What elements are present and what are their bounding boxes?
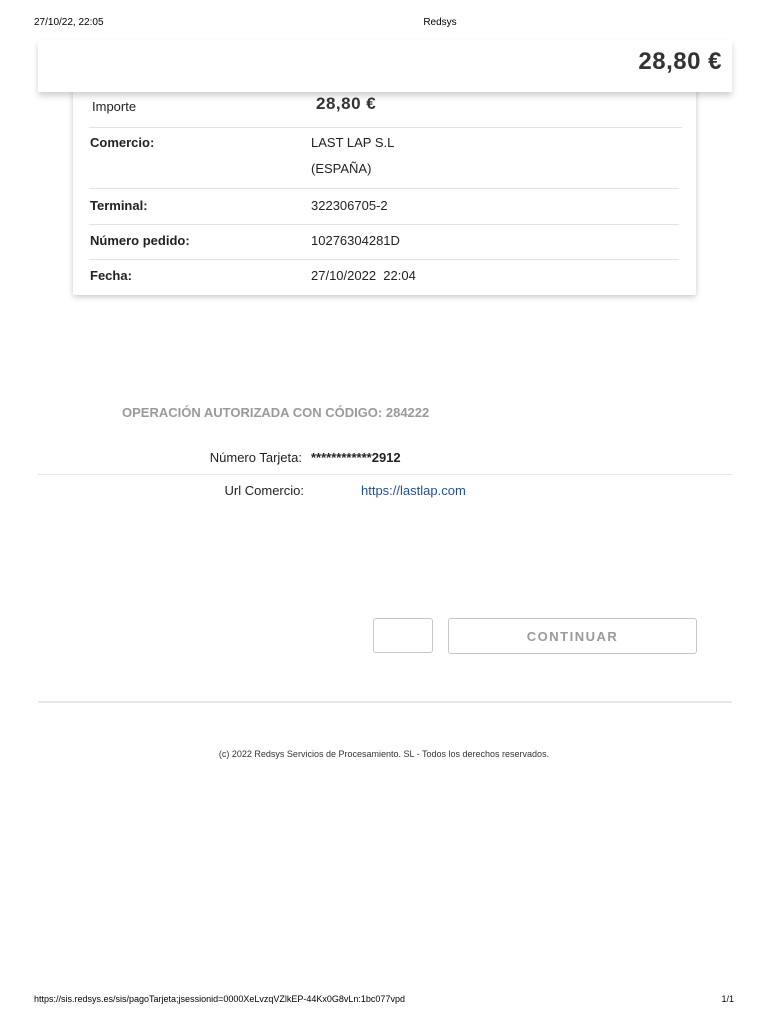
comercio-label: Comercio: [90, 135, 155, 150]
copyright-text: (c) 2022 Redsys Servicios de Procesamien… [218, 749, 550, 759]
terminal-value: 322306705-2 [311, 198, 388, 213]
comercio-value: LAST LAP S.L (ESPAÑA) [311, 130, 394, 182]
comercio-name: LAST LAP S.L [311, 135, 395, 150]
fecha-label: Fecha: [90, 268, 132, 283]
detail-row-comercio: Comercio: LAST LAP S.L (ESPAÑA) [89, 128, 679, 189]
card-number-last4: 2912 [371, 450, 401, 465]
importe-value: 28,80 € [316, 94, 377, 113]
print-footer-page-number: 1/1 [721, 994, 734, 1004]
numero-pedido-label: Número pedido: [90, 233, 190, 248]
importe-label: Importe [92, 99, 137, 114]
card-number-masked: ************ [311, 450, 372, 465]
header-bar: 28,80 € [38, 40, 732, 92]
transaction-details-card: Importe 28,80 € Comercio: LAST LAP S.L (… [73, 84, 696, 295]
authorization-message: OPERACIÓN AUTORIZADA CON CÓDIGO: 284222 [122, 405, 430, 420]
merchant-url-label: Url Comercio: [224, 483, 304, 498]
detail-row-numero-pedido: Número pedido: 10276304281D [89, 225, 679, 260]
detail-row-fecha: Fecha: 27/10/2022 22:04 [89, 260, 679, 294]
divider [38, 474, 732, 475]
detail-row-importe: Importe 28,80 € [89, 94, 682, 128]
comercio-country: (ESPAÑA) [311, 161, 372, 176]
merchant-url-link[interactable]: https://lastlap.com [361, 483, 466, 498]
secondary-button[interactable] [373, 618, 433, 653]
print-footer-url: https://sis.redsys.es/sis/pagoTarjeta;js… [34, 994, 405, 1004]
terminal-label: Terminal: [90, 198, 148, 213]
card-number-label: Número Tarjeta: [209, 450, 302, 465]
print-header-datetime: 27/10/22, 22:05 [34, 17, 104, 28]
card-number-value: ************2912 [311, 450, 401, 465]
continue-button[interactable]: CONTINUAR [448, 618, 697, 654]
footer-divider [38, 701, 732, 703]
detail-row-terminal: Terminal: 322306705-2 [89, 189, 679, 225]
fecha-value: 27/10/2022 22:04 [311, 268, 416, 283]
page: 27/10/22, 22:05 Redsys 28,80 € Importe 2… [0, 0, 768, 1024]
numero-pedido-value: 10276304281D [311, 233, 400, 248]
header-amount: 28,80 € [638, 48, 722, 75]
print-header-title: Redsys [423, 17, 457, 28]
